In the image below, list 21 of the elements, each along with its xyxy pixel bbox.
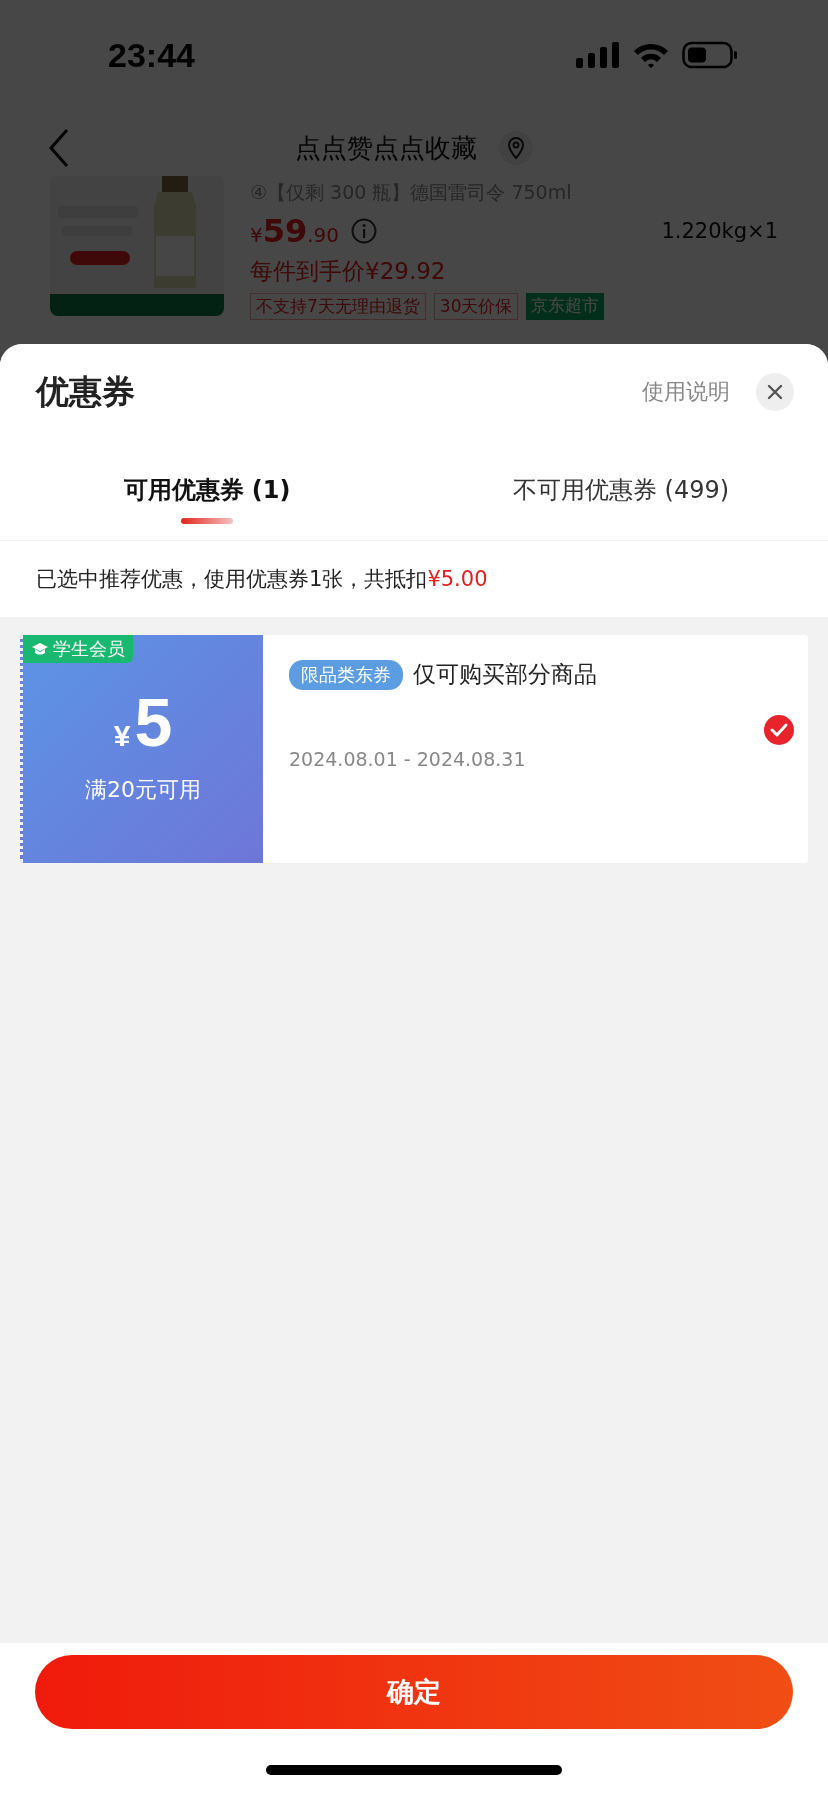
student-member-badge: 学生会员 bbox=[23, 635, 133, 663]
sheet-title: 优惠券 bbox=[36, 370, 135, 413]
confirm-button[interactable]: 确定 bbox=[35, 1655, 793, 1729]
close-icon bbox=[766, 383, 784, 401]
coupon-description: 仅可购买部分商品 bbox=[413, 660, 597, 689]
coupon-amount: ¥5 bbox=[113, 683, 173, 761]
coupon-card[interactable]: 学生会员 ¥5 满20元可用 限品类东券 仅可购买部分商品 2024.08.01 - 2024.08.31 bbox=[20, 635, 808, 863]
page-title: 点点赞点点收藏 bbox=[295, 131, 477, 165]
product-weight: 1.220kg×1 bbox=[661, 219, 778, 243]
coupon-tab[interactable]: 可用优惠券 (1) bbox=[0, 440, 414, 540]
coupon-condition: 满20元可用 bbox=[85, 776, 201, 804]
close-button[interactable] bbox=[756, 373, 794, 411]
usage-instructions-link[interactable]: 使用说明 bbox=[642, 377, 730, 407]
status-time: 23:44 bbox=[108, 35, 195, 75]
coupon-type-tag: 限品类东券 bbox=[289, 659, 403, 690]
unit-price: 每件到手价¥29.92 bbox=[250, 257, 447, 286]
checked-icon[interactable] bbox=[764, 715, 794, 745]
coupon-dates: 2024.08.01 - 2024.08.31 bbox=[289, 748, 527, 770]
coupon-tab[interactable]: 不可用优惠券 (499) bbox=[414, 440, 828, 540]
discount-summary: 已选中推荐优惠，使用优惠券1张，共抵扣¥5.00 bbox=[0, 541, 828, 617]
product-price: ¥59.90 bbox=[250, 212, 340, 250]
